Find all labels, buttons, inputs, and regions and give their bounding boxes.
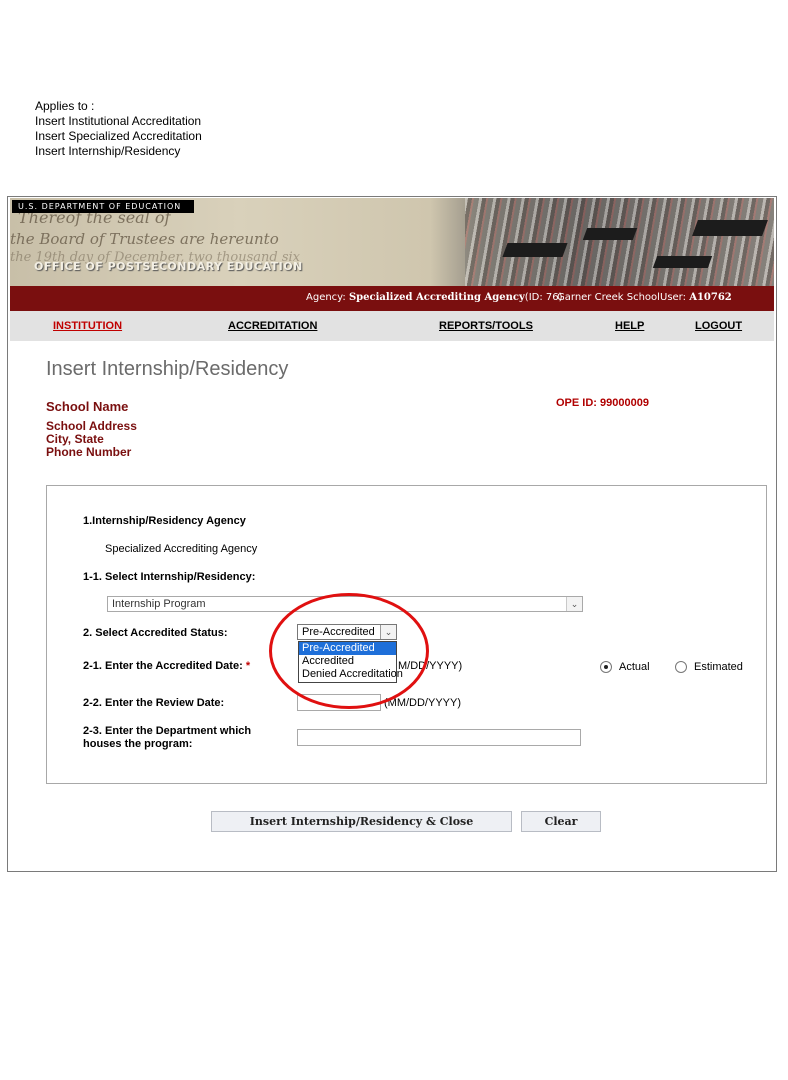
graduation-crowd-image (465, 198, 774, 286)
department-label-line: houses the program: (83, 738, 193, 750)
nav-help[interactable]: HELP (615, 320, 644, 332)
agency-heading: 1.Internship/Residency Agency (83, 515, 246, 527)
agency-value: Specialized Accrediting Agency (105, 543, 258, 555)
applies-to-item: Insert Specialized Accreditation (35, 129, 202, 143)
program-selected-value: Internship Program (112, 598, 206, 610)
agency-name: Specialized Accrediting Agency (348, 292, 525, 303)
phone-number: Phone Number (46, 445, 132, 459)
status-selected-value: Pre-Accredited (302, 626, 375, 638)
department-input[interactable] (297, 729, 581, 746)
grad-cap-shape (582, 228, 638, 240)
status-select[interactable]: Pre-Accredited ⌄ (297, 624, 397, 640)
agency-label: Agency: (306, 292, 346, 303)
ope-id: OPE ID: 99000009 (556, 397, 649, 409)
status-option-denied[interactable]: Denied Accreditation (299, 668, 403, 681)
required-mark: * (245, 660, 251, 672)
accredited-date-format: M/DD/YYYY) (398, 660, 463, 672)
main-nav: INSTITUTION ACCREDITATION REPORTS/TOOLS … (10, 311, 774, 341)
info-bar: Agency: Specialized Accrediting Agency(I… (10, 286, 774, 311)
status-dropdown-list: Pre-Accredited Accredited Denied Accredi… (298, 641, 403, 683)
department-label: 2-3. Enter the Department which houses t… (83, 725, 251, 751)
accredited-date-label-text: 2-1. Enter the Accredited Date: (83, 660, 243, 672)
status-option-accredited[interactable]: Accredited (299, 655, 396, 668)
office-title: OFFICE OF POSTSECONDARY EDUCATION (34, 260, 303, 273)
banner-script-line: the Board of Trustees are hereunto (10, 230, 279, 248)
nav-reports-tools[interactable]: REPORTS/TOOLS (439, 320, 533, 332)
nav-institution[interactable]: INSTITUTION (53, 320, 122, 332)
nav-accreditation[interactable]: ACCREDITATION (228, 320, 317, 332)
program-select[interactable]: Internship Program ⌄ (107, 596, 583, 612)
school-label: Garner Creek School (557, 292, 660, 303)
review-date-input[interactable] (297, 694, 381, 711)
user-id: A10762 (689, 292, 732, 303)
agency-info: Agency: Specialized Accrediting Agency(I… (306, 292, 563, 303)
grad-cap-shape (692, 220, 768, 236)
review-date-label: 2-2. Enter the Review Date: (83, 697, 225, 709)
grad-cap-shape (502, 243, 568, 257)
applies-to-item: Insert Institutional Accreditation (35, 114, 202, 128)
grad-cap-shape (652, 256, 713, 268)
clear-button[interactable]: Clear (521, 811, 601, 832)
radio-actual-label: Actual (619, 661, 650, 673)
page-title: Insert Internship/Residency (46, 358, 289, 380)
applies-to-item: Insert Internship/Residency (35, 144, 181, 158)
radio-estimated[interactable] (675, 661, 687, 673)
radio-actual[interactable] (600, 661, 612, 673)
applies-to-title: Applies to : (35, 99, 95, 113)
user-info: User: A10762 (660, 292, 732, 303)
status-label: 2. Select Accredited Status: (83, 627, 228, 639)
nav-logout[interactable]: LOGOUT (695, 320, 742, 332)
chevron-down-icon[interactable]: ⌄ (566, 597, 582, 611)
chevron-down-icon[interactable]: ⌄ (380, 625, 396, 639)
accredited-date-label: 2-1. Enter the Accredited Date: * (83, 660, 250, 672)
department-label: U.S. DEPARTMENT OF EDUCATION (12, 200, 194, 213)
department-label-line: 2-3. Enter the Department which (83, 725, 252, 737)
review-date-format: (MM/DD/YYYY) (384, 697, 461, 709)
school-name: School Name (46, 399, 129, 414)
user-label: User: (660, 292, 686, 303)
header-banner: Thereof the seal of the Board of Trustee… (10, 198, 774, 286)
select-program-label: 1-1. Select Internship/Residency: (83, 571, 256, 583)
status-option-pre-accredited[interactable]: Pre-Accredited (299, 642, 396, 655)
radio-estimated-label: Estimated (694, 661, 743, 673)
insert-close-button[interactable]: Insert Internship/Residency & Close (211, 811, 512, 832)
school-info: School Address City, State Phone Number (46, 420, 137, 459)
applies-to-note: Applies to : Insert Institutional Accred… (35, 99, 202, 159)
